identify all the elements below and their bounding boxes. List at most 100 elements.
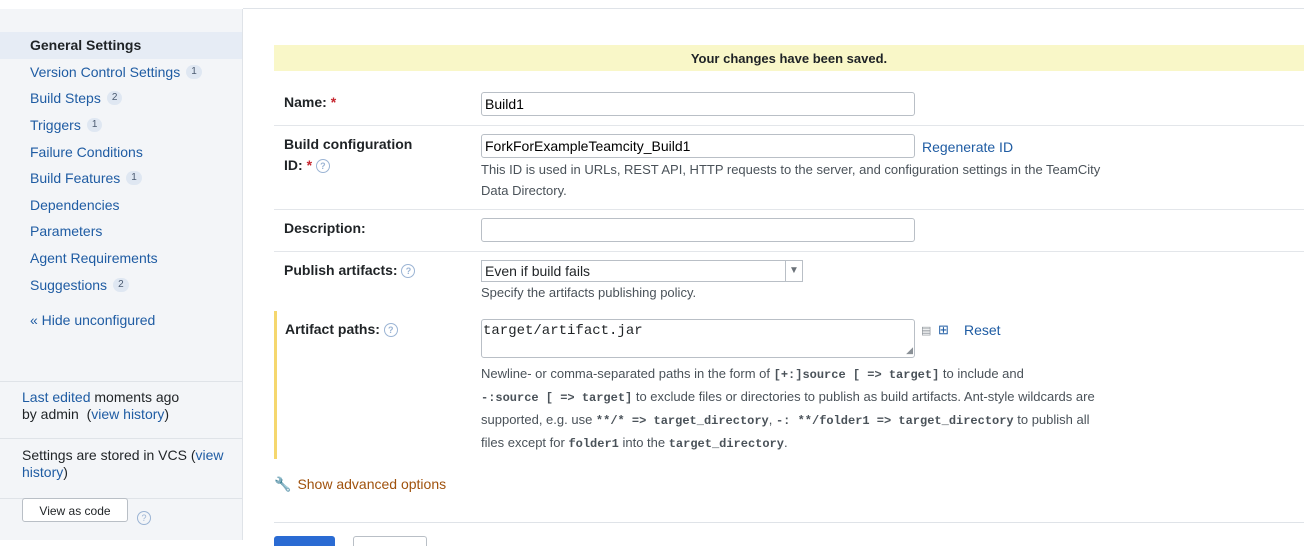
view-as-code-button[interactable]: View as code <box>22 498 128 522</box>
name-label: Name: * <box>284 92 336 113</box>
count-badge: 1 <box>86 118 103 133</box>
sidebar-divider <box>0 438 242 439</box>
description-label: Description: <box>284 220 366 236</box>
last-edited-link[interactable]: Last edited <box>22 389 91 405</box>
show-advanced-options-link[interactable]: 🔧 Show advanced options <box>274 474 446 494</box>
publish-label-text: Publish artifacts: <box>284 262 398 278</box>
sidebar-item-failure-conditions[interactable]: Failure Conditions <box>0 138 242 165</box>
sidebar-item-suggestions[interactable]: Suggestions 2 <box>0 271 242 298</box>
by-admin-text: by admin <box>22 406 79 422</box>
artifact-paths-textarea[interactable]: target/artifact.jar ◢ <box>481 319 915 358</box>
sidebar-item-agent-requirements[interactable]: Agent Requirements <box>0 245 242 272</box>
last-edited-text: moments ago <box>90 389 180 405</box>
sidebar-divider <box>0 381 242 382</box>
description-input[interactable] <box>481 218 915 242</box>
note-text: to include and <box>939 366 1024 381</box>
artifact-label-text: Artifact paths: <box>285 321 380 337</box>
help-icon[interactable]: ? <box>383 323 398 338</box>
sidebar-nav: General Settings Version Control Setting… <box>0 32 242 298</box>
select-value: Even if build fails <box>485 263 591 279</box>
artifact-note: Newline- or comma-separated paths in the… <box>481 363 1121 455</box>
sidebar-item-label: Version Control Settings <box>30 63 181 80</box>
top-divider <box>243 8 1304 9</box>
vcs-history-link[interactable]: history <box>22 464 63 480</box>
resize-grip-icon[interactable]: ◢ <box>906 347 913 356</box>
row-divider <box>274 125 1304 126</box>
required-mark: * <box>330 94 337 110</box>
note-code: -:source [ => target] <box>481 391 633 405</box>
form-bottom-divider <box>274 522 1304 523</box>
note-text: to publish all <box>1013 412 1090 427</box>
chevron-down-icon: ▼ <box>785 261 802 281</box>
note-text: files except for <box>481 435 569 450</box>
vcs-text: Settings are stored in VCS ( <box>22 447 196 463</box>
note-text: , <box>768 412 776 427</box>
sidebar-item-general-settings[interactable]: General Settings <box>0 32 242 59</box>
count-badge: 1 <box>186 64 202 79</box>
sidebar-item-build-steps[interactable]: Build Steps 2 <box>0 85 242 112</box>
sidebar-item-label: Agent Requirements <box>30 250 158 267</box>
note-text: to exclude files or directories to publi… <box>632 389 1095 404</box>
publish-note: Specify the artifacts publishing policy. <box>481 285 697 300</box>
vcs-close: ) <box>63 464 68 480</box>
note-text: Newline- or comma-separated paths in the… <box>481 366 774 381</box>
note-code: **/* => target_directory <box>595 414 769 428</box>
help-icon[interactable]: ? <box>401 264 416 279</box>
cancel-button[interactable] <box>353 536 427 546</box>
sidebar-item-dependencies[interactable]: Dependencies <box>0 192 242 219</box>
sidebar-item-label: General Settings <box>30 37 142 54</box>
save-button[interactable] <box>274 536 335 546</box>
note-text: supported, e.g. use <box>481 412 596 427</box>
sidebar-item-parameters[interactable]: Parameters <box>0 218 242 245</box>
id-note-line1: This ID is used in URLs, REST API, HTTP … <box>481 162 1101 177</box>
row-divider <box>274 251 1304 252</box>
sidebar-item-label: Suggestions <box>30 276 108 293</box>
id-label-line2: ID: <box>284 157 303 173</box>
help-icon[interactable]: ? <box>315 159 330 174</box>
modified-indicator <box>274 311 277 459</box>
sidebar-item-label: Dependencies <box>30 196 120 213</box>
sidebar-item-build-features[interactable]: Build Features 1 <box>0 165 242 192</box>
vcs-view-link[interactable]: view <box>196 447 224 463</box>
sidebar: General Settings Version Control Setting… <box>0 9 243 540</box>
build-config-id-label: Build configuration ID: * ? <box>284 134 412 176</box>
note-code: [+:]source [ => target] <box>773 368 940 382</box>
note-code: target_directory <box>668 437 784 451</box>
sidebar-item-label: Parameters <box>30 223 103 240</box>
publish-artifacts-select[interactable]: Even if build fails ▼ <box>481 260 803 282</box>
count-badge: 2 <box>113 277 129 292</box>
sidebar-item-triggers[interactable]: Triggers 1 <box>0 112 242 139</box>
note-text: . <box>783 435 788 450</box>
sidebar-item-label: Failure Conditions <box>30 143 143 160</box>
help-icon[interactable]: ? <box>137 511 151 525</box>
regenerate-id-link[interactable]: Regenerate ID <box>922 137 1013 157</box>
hide-unconfigured-link[interactable]: « Hide unconfigured <box>30 312 155 328</box>
id-note: This ID is used in URLs, REST API, HTTP … <box>481 159 1100 201</box>
sidebar-item-label: Build Steps <box>30 90 101 107</box>
wrench-icon: 🔧 <box>274 476 292 492</box>
list-icon[interactable]: ▤ <box>921 324 931 337</box>
artifact-paths-label: Artifact paths: ? <box>285 319 398 340</box>
tree-icon[interactable]: ⊞ <box>938 322 949 338</box>
note-text: into the <box>618 435 669 450</box>
id-note-line2: Data Directory. <box>481 183 567 198</box>
textarea-value: target/artifact.jar <box>483 323 643 339</box>
name-input[interactable] <box>481 92 915 116</box>
note-code: -: **/folder1 => target_directory <box>775 414 1014 428</box>
build-config-id-input[interactable] <box>481 134 915 158</box>
count-badge: 1 <box>126 171 142 186</box>
sidebar-item-version-control-settings[interactable]: Version Control Settings 1 <box>0 59 242 86</box>
view-history-link[interactable]: view history <box>91 406 164 422</box>
note-code: folder1 <box>568 437 619 451</box>
required-mark: * <box>306 157 313 173</box>
name-label-text: Name: <box>284 94 327 110</box>
vcs-info: Settings are stored in VCS (view history) <box>22 447 237 481</box>
id-label-line1: Build configuration <box>284 136 413 152</box>
last-edited-info: Last edited moments ago by admin (view h… <box>22 389 180 422</box>
row-divider <box>274 209 1304 210</box>
sidebar-item-label: Build Features <box>30 170 121 187</box>
publish-artifacts-label: Publish artifacts: ? <box>284 260 416 281</box>
reset-link[interactable]: Reset <box>964 320 1001 340</box>
count-badge: 2 <box>106 91 123 106</box>
advanced-label: Show advanced options <box>297 476 447 492</box>
